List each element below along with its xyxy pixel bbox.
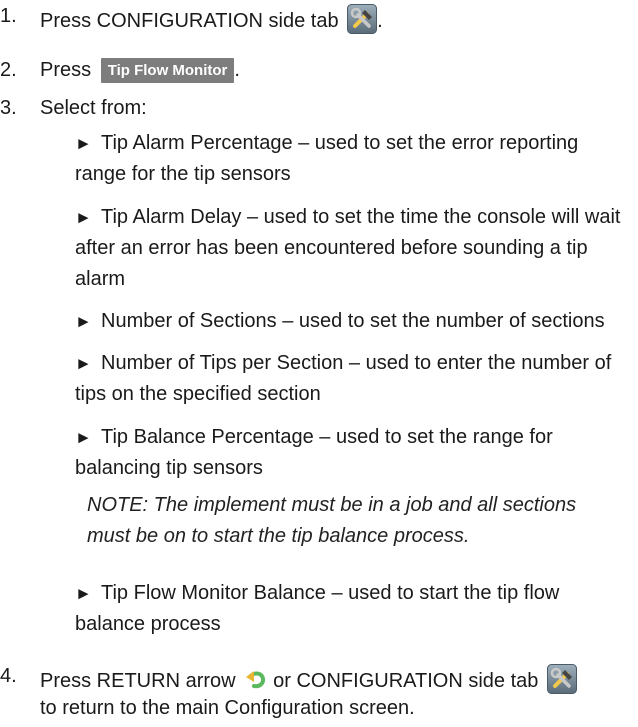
configuration-tab-icon	[347, 4, 378, 34]
option-tip-balance-percentage: ► Tip Balance Percentage – used to set th…	[75, 422, 635, 484]
bullet-arrow-icon: ►	[75, 208, 92, 227]
step-text: Press	[40, 59, 92, 81]
step-text-middle: or CONFIGURATION side tab	[273, 670, 539, 692]
step-text: Press RETURN arrow	[40, 670, 236, 692]
bullet-arrow-icon: ►	[75, 312, 92, 331]
step-text: Press CONFIGURATION side tab	[40, 10, 339, 32]
option-number-of-sections: ► Number of Sections – used to set the nu…	[75, 306, 635, 337]
note: NOTE: The implement must be in a job and…	[87, 494, 577, 547]
bullet-arrow-icon: ►	[75, 354, 92, 373]
configuration-tab-icon	[546, 664, 577, 694]
step-text: Select from:	[40, 97, 147, 119]
option-number-of-tips-per-section: ► Number of Tips per Section – used to en…	[75, 348, 635, 410]
tip-flow-monitor-button: Tip Flow Monitor	[100, 58, 235, 83]
step-number: 4.	[0, 665, 17, 687]
bullet-arrow-icon: ►	[75, 428, 92, 447]
step-number: 3.	[0, 97, 17, 119]
return-arrow-icon	[245, 668, 267, 690]
step-text: to return to the main Configuration scre…	[40, 697, 415, 719]
bullet-arrow-icon: ►	[75, 584, 92, 603]
step-number: 2.	[0, 59, 17, 81]
step-number: 1.	[0, 5, 17, 27]
option-tip-alarm-delay: ► Tip Alarm Delay – used to set the time …	[75, 202, 635, 295]
bullet-arrow-icon: ►	[75, 134, 92, 153]
option-tip-flow-monitor-balance: ► Tip Flow Monitor Balance – used to star…	[75, 578, 635, 640]
option-tip-alarm-percentage: ► Tip Alarm Percentage – used to set the …	[75, 128, 635, 190]
